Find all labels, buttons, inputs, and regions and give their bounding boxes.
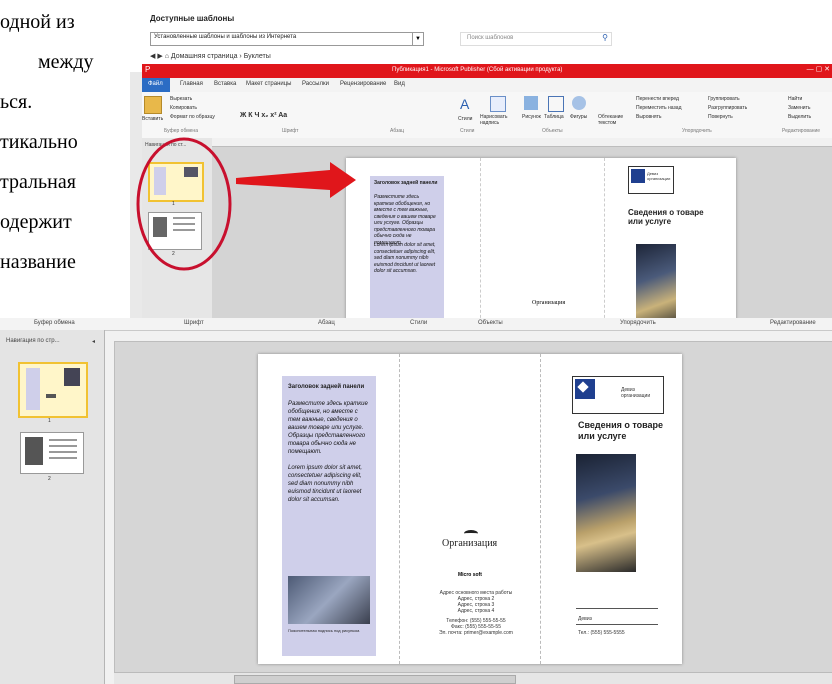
collapse-icon[interactable]: ◂ [92, 338, 95, 345]
group-editing: Редактирование [770, 320, 816, 326]
brochure-page: Заголовок задней панели Разместите здесь… [258, 354, 682, 664]
vertical-ruler [104, 341, 115, 684]
page-number-2: 2 [48, 476, 51, 482]
group-paragraph: Абзац [318, 320, 335, 326]
org-name: Организация [442, 538, 498, 549]
horizontal-scrollbar[interactable] [114, 672, 832, 684]
org-address: Адрес основного места работы Адрес, стро… [426, 590, 526, 636]
back-panel-heading: Заголовок задней панели [288, 384, 365, 390]
page-thumbnail-2[interactable] [20, 432, 84, 474]
group-styles: Стили [410, 320, 428, 326]
cover-title[interactable]: Сведения о товаре или услуге [578, 420, 668, 442]
red-arrow-icon [236, 162, 356, 198]
org-logo-icon [464, 530, 478, 537]
cover-photo[interactable] [576, 454, 636, 572]
fold-line-2 [540, 354, 542, 664]
fold-line-1 [399, 354, 401, 664]
cover-divider [576, 624, 658, 625]
cover-divider [576, 608, 658, 609]
nav-pane-title: Навигация по стр... [6, 338, 60, 344]
page-thumbnail-1[interactable] [18, 362, 88, 418]
back-panel-body: Разместите здесь краткие обобщения, но в… [288, 401, 368, 455]
horizontal-ruler [104, 331, 832, 342]
group-objects: Объекты [478, 320, 503, 326]
company-name: Micro soft [458, 572, 482, 578]
group-clipboard: Буфер обмена [34, 320, 75, 326]
back-panel-lorem: Lorem ipsum dolor sit amet, consectetuer… [288, 465, 363, 503]
logo-icon [575, 379, 595, 399]
cover-logo-box[interactable]: Девиз организации [572, 376, 664, 414]
highlight-circle-thumbnail [136, 137, 232, 271]
group-font: Шрифт [184, 320, 204, 326]
ribbon-groups: Буфер обмена Шрифт Абзац Стили Объекты У… [0, 318, 832, 331]
email-line: Эл. почта: primer@example.com [439, 630, 513, 636]
navigation-pane: Навигация по стр... ◂ 1 2 [0, 330, 105, 684]
laptop-photo[interactable] [288, 576, 370, 624]
back-panel[interactable]: Заголовок задней панели Разместите здесь… [282, 376, 376, 656]
photo-caption: Пояснительная подпись под рисунком. [288, 628, 361, 633]
group-arrange: Упорядочить [620, 320, 656, 326]
cover-slogan: Девиз [578, 616, 592, 622]
scrollbar-thumb[interactable] [234, 675, 516, 684]
publisher-screenshot-bottom: Буфер обмена Шрифт Абзац Стили Объекты У… [0, 318, 832, 684]
cover-org-motto: Девиз организации [621, 387, 651, 399]
page-number-1: 1 [48, 418, 51, 424]
cover-phone: Тел.: (555) 555-5555 [578, 630, 625, 636]
